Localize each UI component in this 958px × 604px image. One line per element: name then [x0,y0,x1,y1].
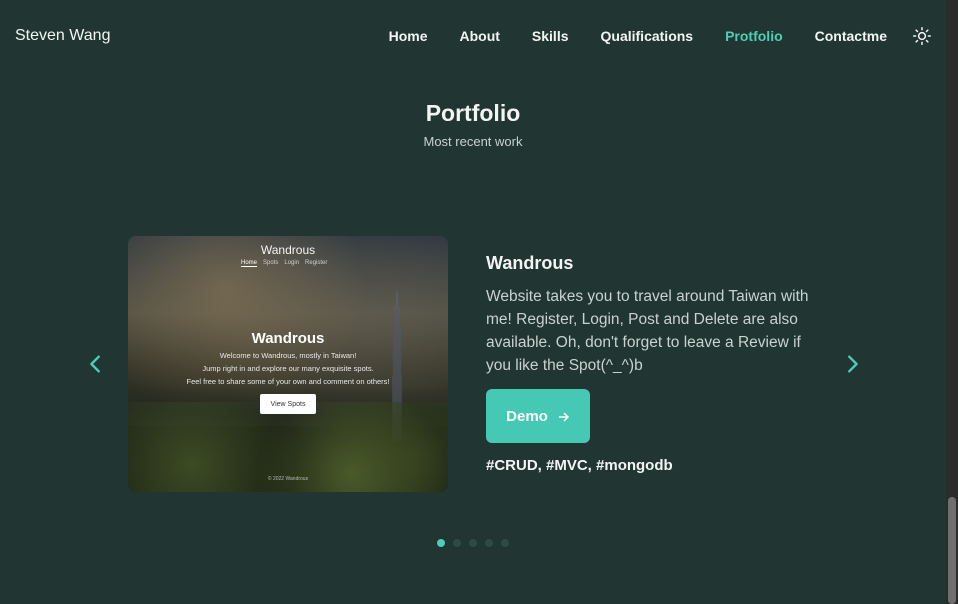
screenshot-footer: © 2022 Wandrous [267,476,309,482]
scrollbar[interactable] [946,0,958,604]
screenshot-hero-line: Welcome to Wandrous, mostly in Taiwan! [219,351,357,360]
screenshot-brand: Wandrous [260,243,316,257]
nav-contact[interactable]: Contactme [815,28,887,44]
arrow-right-icon [558,410,570,422]
nav-qualifications[interactable]: Qualifications [601,28,694,44]
screenshot-hero-line: Jump right in and explore our many exqui… [202,364,374,373]
pagination-dot[interactable] [437,539,445,547]
project-title: Wandrous [486,253,574,273]
sun-icon[interactable] [913,27,931,45]
site-logo[interactable]: Steven Wang [15,27,110,45]
project-tags: #CRUD, #MVC, #mongodb [486,457,673,474]
nav-about[interactable]: About [459,28,499,44]
pagination-dot[interactable] [453,539,461,547]
pagination-dot[interactable] [501,539,509,547]
pagination-dot[interactable] [469,539,477,547]
pagination-dot[interactable] [485,539,493,547]
demo-button[interactable]: Demo [486,389,590,443]
nav-portfolio[interactable]: Protfolio [725,28,783,44]
project-screenshot: Wandrous Home Spots Login Register Wandr… [128,236,448,492]
demo-button-label: Demo [506,407,548,425]
carousel-pagination [437,539,509,547]
screenshot-nav-item: Login [284,260,300,266]
chevron-right-icon[interactable] [841,352,863,376]
screenshot-nav: Home Spots Login Register [241,260,327,267]
main-nav: Home About Skills Qualifications Protfol… [389,27,931,45]
project-description: Website takes you to travel around Taiwa… [486,288,809,374]
section-subtitle: Most recent work [423,134,523,149]
nav-skills[interactable]: Skills [532,28,569,44]
screenshot-nav-item: Spots [263,260,279,266]
section-title: Portfolio [425,100,521,126]
screenshot-nav-item: Register [305,260,328,266]
chevron-left-icon[interactable] [85,352,107,376]
header: Steven Wang Home About Skills Qualificat… [0,0,946,72]
screenshot-hero-title: Wandrous [251,330,325,347]
screenshot-view-spots-button: View Spots [260,394,316,414]
scrollbar-thumb[interactable] [948,497,956,604]
nav-home[interactable]: Home [389,28,428,44]
screenshot-nav-item: Home [241,260,258,267]
screenshot-hero-line: Feel free to share some of your own and … [186,377,390,386]
